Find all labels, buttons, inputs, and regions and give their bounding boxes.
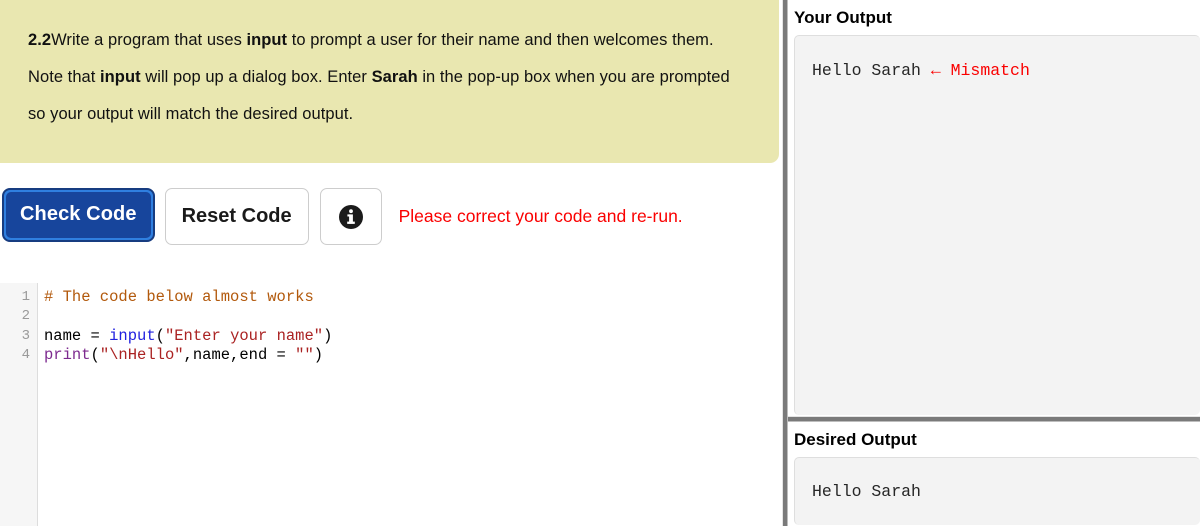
desired-output-line: Hello Sarah <box>812 482 921 501</box>
your-output-text: Hello Sarah <box>812 61 931 80</box>
exercise-prompt-box: 2.2Write a program that uses input to pr… <box>0 0 779 163</box>
exercise-bold-sarah: Sarah <box>371 68 418 86</box>
code-token-plain: ) <box>323 326 333 345</box>
right-pane: Your Output Hello Sarah ← Mismatch Desir… <box>788 0 1200 526</box>
line-number: 1 <box>21 289 30 305</box>
desired-output-section: Desired Output Hello Sarah <box>788 422 1200 526</box>
code-line[interactable]: # The code below almost works <box>44 288 782 307</box>
code-token-plain: ( <box>155 326 165 345</box>
your-output-title: Your Output <box>794 8 892 27</box>
reset-code-button[interactable]: Reset Code <box>164 188 309 245</box>
code-editor[interactable]: 1 2 3 4 # The code below almost works na… <box>0 283 782 526</box>
code-text-area[interactable]: # The code below almost works name = inp… <box>38 283 782 526</box>
desired-output-box: Hello Sarah <box>794 457 1200 525</box>
code-token-comment: # The code below almost works <box>44 288 314 306</box>
code-token-func: print <box>44 346 91 365</box>
line-number-gutter: 1 2 3 4 <box>0 283 38 526</box>
mismatch-marker: ← Mismatch <box>930 61 1030 80</box>
line-number: 2 <box>21 308 30 325</box>
check-code-button-focus-ring: Check Code <box>2 188 155 242</box>
exercise-text-3: will pop up a dialog box. Enter <box>140 68 372 86</box>
code-token-string: "" <box>295 346 314 365</box>
exercise-bold-input-1: input <box>246 31 288 49</box>
code-token-string: "Enter your name" <box>164 326 324 345</box>
code-exercise-page: 2.2Write a program that uses input to pr… <box>0 0 1200 526</box>
code-token-plain: name = <box>44 326 110 345</box>
exercise-prompt-text: 2.2Write a program that uses input to pr… <box>28 22 745 133</box>
desired-output-title: Desired Output <box>794 430 917 449</box>
line-number: 3 <box>21 327 30 344</box>
check-code-button[interactable]: Check Code <box>6 192 151 238</box>
exercise-text-1: Write a program that uses <box>51 31 247 49</box>
exercise-number: 2.2 <box>28 31 52 49</box>
your-output-box: Hello Sarah ← Mismatch <box>794 35 1200 415</box>
code-token-plain: ,name,end = <box>183 346 296 365</box>
line-number: 4 <box>21 347 30 364</box>
exercise-bold-input-2: input <box>100 68 141 86</box>
code-token-plain: ( <box>90 346 100 365</box>
editor-toolbar: Check Code Reset Code Please correct you… <box>0 188 782 246</box>
info-circle-icon <box>338 204 364 230</box>
code-line[interactable]: print("\nHello",name,end = "") <box>44 346 782 365</box>
status-message: Please correct your code and re-run. <box>398 206 683 226</box>
info-button[interactable] <box>319 188 382 245</box>
code-token-string: "\nHello" <box>99 346 184 365</box>
your-output-line: Hello Sarah ← Mismatch <box>812 59 1200 83</box>
code-line[interactable] <box>44 307 782 326</box>
code-token-plain: ) <box>313 346 324 365</box>
code-token-builtin: input <box>109 326 156 345</box>
code-line[interactable]: name = input("Enter your name") <box>44 327 782 346</box>
your-output-section: Your Output Hello Sarah ← Mismatch <box>788 0 1200 416</box>
left-pane: 2.2Write a program that uses input to pr… <box>0 0 782 526</box>
